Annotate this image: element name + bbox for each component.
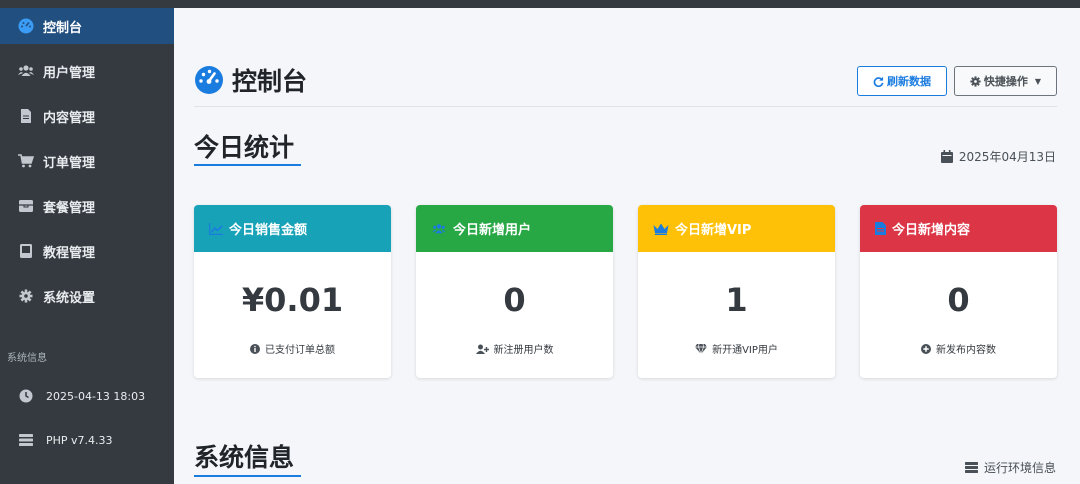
card-header: 今日新增VIP [638,205,835,252]
gear-icon [17,287,35,305]
card-value: 0 [947,281,970,319]
card-note: 新开通VIP用户 [638,341,835,356]
dashboard-icon [17,17,35,35]
gear-icon [970,75,981,87]
info-circle-icon [250,343,260,354]
cart-icon [17,152,35,170]
book-icon [17,242,35,260]
chart-line-icon [209,222,223,235]
card-title: 今日新增用户 [453,223,532,238]
card-header: 今日新增用户 [416,205,613,252]
crown-icon [653,223,669,235]
sidebar-item-users[interactable]: 用户管理 [0,53,174,89]
page-title-text: 控制台 [232,67,308,96]
sidebar-item-label: 系统设置 [43,290,96,306]
stat-card-sales: 今日销售金额 ¥0.01 已支付订单总额 [194,205,391,378]
top-bar [174,0,1080,8]
system-time-item: 2025-04-13 18:03 [0,381,174,411]
calendar-icon [940,150,953,163]
package-icon [17,197,35,215]
card-header: 今日销售金额 [194,205,391,252]
gem-icon [695,343,708,354]
plus-circle-icon [921,343,931,354]
card-title: 今日新增内容 [892,223,971,238]
system-time-text: 2025-04-13 18:03 [46,389,146,403]
system-info-heading: 系统信息 [7,353,47,364]
stat-card-content: 今日新增内容 0 新发布内容数 [860,205,1057,378]
users-icon [432,223,446,233]
sidebar-item-label: 控制台 [43,20,83,36]
user-plus-icon [475,344,489,354]
clock-icon [17,387,35,405]
quick-actions-button[interactable]: 快捷操作 ▼ [954,66,1057,96]
card-header: 今日新增内容 [860,205,1057,252]
card-note-text: 新注册用户数 [493,345,554,356]
server-icon [17,431,35,449]
today-stats-title: 今日统计 [194,133,295,162]
users-icon [17,62,35,80]
card-note-text: 已支付订单总额 [265,345,335,356]
sidebar-item-label: 教程管理 [43,245,96,261]
card-note: 已支付订单总额 [194,341,391,356]
sidebar: 控制台 用户管理 内容管理 订单管理 套餐管理 教程管理 系统设置 系统信息 2… [0,0,174,484]
file-icon [17,107,35,125]
card-note: 新注册用户数 [416,341,613,356]
card-value: 0 [503,281,526,319]
card-note-text: 新开通VIP用户 [712,345,778,356]
card-title: 今日销售金额 [229,223,308,238]
sidebar-item-tutorials[interactable]: 教程管理 [0,233,174,269]
refresh-button-label: 刷新数据 [887,75,931,88]
card-value: 1 [725,281,748,319]
sidebar-item-label: 套餐管理 [43,200,96,216]
card-note: 新发布内容数 [860,341,1057,356]
sidebar-item-label: 内容管理 [43,110,96,126]
system-info-title: 系统信息 [194,443,295,472]
stat-card-users: 今日新增用户 0 新注册用户数 [416,205,613,378]
php-version-item: PHP v7.4.33 [0,425,174,455]
main-content: 控制台 刷新数据 快捷操作 ▼ 今日统计 2025年04月13日 今日销售金额 … [174,8,1080,484]
page-title: 控制台 [194,62,307,98]
sidebar-item-dashboard[interactable]: 控制台 [0,8,174,44]
sidebar-item-content[interactable]: 内容管理 [0,98,174,134]
runtime-env-text: 运行环境信息 [983,461,1056,475]
sidebar-item-packages[interactable]: 套餐管理 [0,188,174,224]
system-info-underline [194,475,301,477]
sidebar-item-label: 用户管理 [43,65,96,81]
quick-actions-label: 快捷操作 [983,75,1028,88]
refresh-icon [873,76,884,87]
sidebar-item-label: 订单管理 [43,155,96,171]
card-title: 今日新增VIP [675,223,752,238]
caret-down-icon: ▼ [1034,76,1042,86]
today-stats-underline [194,164,301,166]
stat-card-vip: 今日新增VIP 1 新开通VIP用户 [638,205,835,378]
card-value: ¥0.01 [241,281,344,319]
date-display: 2025年04月13日 [940,148,1056,165]
server-icon [964,462,978,473]
file-icon [875,222,886,235]
date-text: 2025年04月13日 [958,150,1056,164]
card-note-text: 新发布内容数 [936,345,996,356]
php-version-text: PHP v7.4.33 [46,433,113,447]
sidebar-item-orders[interactable]: 订单管理 [0,143,174,179]
sidebar-item-settings[interactable]: 系统设置 [0,278,174,314]
title-divider [194,106,1057,107]
refresh-button[interactable]: 刷新数据 [857,66,947,96]
dashboard-icon [195,66,223,94]
runtime-env-info: 运行环境信息 [964,459,1056,476]
